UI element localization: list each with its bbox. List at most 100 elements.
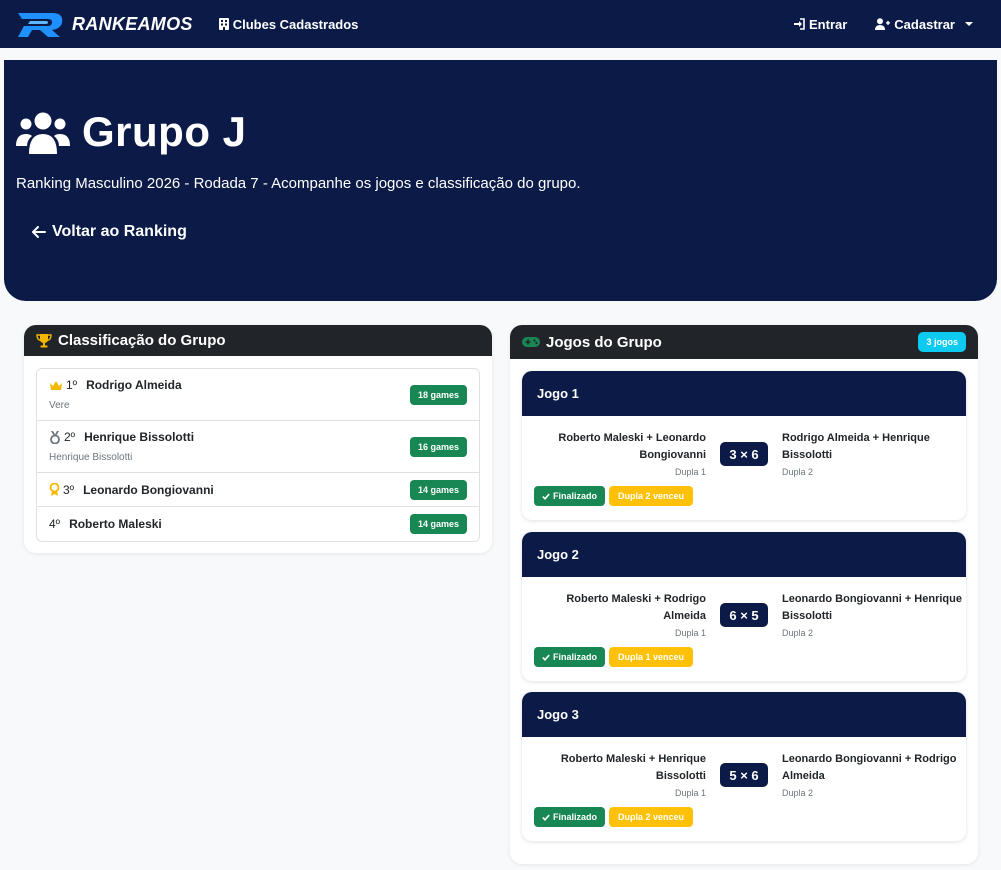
- ranking-position: 4º: [49, 517, 61, 531]
- status-badge: Finalizado: [534, 647, 606, 667]
- caret-down-icon: [965, 22, 973, 26]
- ranking-position: 1º: [66, 378, 78, 392]
- score-badge: 6 × 5: [720, 603, 768, 627]
- team-1-players: Roberto Maleski + Leonardo Bongiovanni: [558, 432, 706, 461]
- team-1-players: Roberto Maleski + Rodrigo Almeida: [566, 593, 706, 622]
- back-button-label: Voltar ao Ranking: [52, 223, 187, 240]
- team-2-players: Leonardo Bongiovanni + Rodrigo Almeida: [782, 753, 957, 782]
- team-1-label: Dupla 1: [674, 628, 706, 638]
- player-name: Roberto Maleski: [69, 517, 162, 531]
- score-badge: 3 × 6: [720, 442, 768, 466]
- classification-card: Classificação do Grupo 1º Rodrigo Almeid…: [24, 325, 492, 553]
- trophy-icon: [36, 334, 52, 348]
- games-badge: 14 games: [409, 514, 467, 534]
- game-status-row: Finalizado Dupla 2 venceu: [534, 807, 694, 827]
- team-2-players: Rodrigo Almeida + Henrique Bissolotti: [782, 432, 930, 461]
- winner-badge: Dupla 2 venceu: [609, 486, 694, 506]
- sign-in-icon: [794, 18, 805, 30]
- register-label: Cadastrar: [894, 16, 955, 32]
- ranking-row: 3º Leonardo Bongiovanni 14 games: [37, 473, 479, 507]
- ranking-row-info: 1º Rodrigo Almeida Vere: [49, 378, 182, 411]
- game-card: Jogo 2 Roberto Maleski + Rodrigo Almeida…: [522, 532, 966, 681]
- status-label: Finalizado: [553, 652, 598, 662]
- team-1: Roberto Maleski + Leonardo Bongiovanni D…: [536, 430, 706, 477]
- games-card-header: Jogos do Grupo 3 jogos: [510, 325, 978, 359]
- game-title: Jogo 2: [522, 532, 966, 577]
- classification-title-row: Classificação do Grupo: [36, 332, 226, 349]
- game-status-row: Finalizado Dupla 2 venceu: [534, 486, 694, 506]
- game-status-row: Finalizado Dupla 1 venceu: [534, 647, 694, 667]
- team-1-players: Roberto Maleski + Henrique Bissolotti: [560, 753, 706, 782]
- status-label: Finalizado: [553, 491, 598, 501]
- check-icon: [542, 813, 550, 821]
- team-1: Roberto Maleski + Rodrigo Almeida Dupla …: [536, 591, 706, 638]
- ranking-position: 2º: [64, 430, 76, 444]
- games-count-badge: 3 jogos: [918, 332, 966, 352]
- ranking-row: 4º Roberto Maleski 14 games: [37, 507, 479, 541]
- team-2-label: Dupla 2: [782, 467, 814, 477]
- ranking-position: 3º: [63, 482, 75, 497]
- back-to-ranking-button[interactable]: Voltar ao Ranking: [32, 223, 187, 241]
- users-icon: [16, 112, 70, 154]
- player-name: Leonardo Bongiovanni: [83, 482, 214, 497]
- games-title: Jogos do Grupo: [546, 333, 662, 351]
- page-title-row: Grupo J: [16, 108, 247, 156]
- login-link[interactable]: Entrar: [793, 17, 847, 32]
- team-2-label: Dupla 2: [782, 628, 814, 638]
- building-icon: [218, 18, 229, 30]
- gamepad-icon: [522, 337, 540, 347]
- player-club: Vere: [49, 400, 70, 411]
- team-1-label: Dupla 1: [674, 467, 706, 477]
- player-club: Henrique Bissolotti: [49, 452, 133, 463]
- game-title: Jogo 1: [522, 371, 966, 416]
- games-card: Jogos do Grupo 3 jogos Jogo 1 Roberto Ma…: [510, 325, 978, 864]
- team-2-players: Leonardo Bongiovanni + Henrique Bissolot…: [782, 593, 962, 622]
- nav-right-group: Entrar Cadastrar: [793, 17, 985, 32]
- winner-badge: Dupla 1 venceu: [609, 647, 694, 667]
- navbar-divider: [0, 48, 1001, 54]
- crown-icon: [50, 380, 62, 390]
- check-icon: [542, 492, 550, 500]
- brand-name: RANKEAMOS: [72, 13, 193, 34]
- arrow-left-icon: [32, 226, 46, 238]
- games-badge: 18 games: [409, 384, 467, 405]
- group-hero-banner: Grupo J Ranking Masculino 2026 - Rodada …: [4, 60, 997, 301]
- top-navbar: RANKEAMOS Clubes Cadastrados Entrar Cada…: [0, 0, 1001, 48]
- ranking-row-line: 1º Rodrigo Almeida: [49, 378, 182, 392]
- ranking-row: 1º Rodrigo Almeida Vere 18 games: [37, 369, 479, 421]
- user-plus-icon: [875, 18, 891, 30]
- register-dropdown[interactable]: Cadastrar: [875, 17, 973, 32]
- status-badge: Finalizado: [534, 807, 606, 827]
- status-label: Finalizado: [553, 812, 598, 822]
- brand-logo-link[interactable]: RANKEAMOS: [16, 9, 193, 39]
- team-2: Rodrigo Almeida + Henrique Bissolotti Du…: [782, 430, 962, 477]
- winner-badge: Dupla 2 venceu: [609, 807, 694, 827]
- game-card: Jogo 1 Roberto Maleski + Leonardo Bongio…: [522, 371, 966, 520]
- classification-title: Classificação do Grupo: [58, 332, 226, 349]
- ranking-row-line: 3º Leonardo Bongiovanni: [49, 483, 214, 497]
- classification-card-header: Classificação do Grupo: [24, 325, 492, 356]
- games-badge: 16 games: [409, 436, 467, 457]
- ranking-row-line: 2º Henrique Bissolotti: [49, 430, 194, 444]
- rankeamos-logo-icon: [18, 13, 63, 37]
- team-1-label: Dupla 1: [674, 788, 706, 798]
- player-name: Rodrigo Almeida: [86, 378, 182, 392]
- ranking-row-line: 4º Roberto Maleski: [49, 517, 162, 531]
- team-2: Leonardo Bongiovanni + Rodrigo Almeida D…: [782, 751, 962, 798]
- team-1: Roberto Maleski + Henrique Bissolotti Du…: [536, 751, 706, 798]
- games-badge: 14 games: [409, 479, 467, 500]
- nav-clubs-link[interactable]: Clubes Cadastrados: [218, 16, 359, 32]
- games-title-row: Jogos do Grupo: [522, 334, 662, 351]
- page-subtitle: Ranking Masculino 2026 - Rodada 7 - Acom…: [16, 175, 581, 192]
- check-icon: [542, 653, 550, 661]
- ranking-row-info: 2º Henrique Bissolotti Henrique Bissolot…: [49, 430, 194, 463]
- status-badge: Finalizado: [534, 486, 606, 506]
- player-name: Henrique Bissolotti: [84, 430, 195, 444]
- page-title: Grupo J: [82, 108, 247, 155]
- login-label: Entrar: [809, 16, 848, 32]
- team-2: Leonardo Bongiovanni + Henrique Bissolot…: [782, 591, 962, 638]
- game-card: Jogo 3 Roberto Maleski + Henrique Bissol…: [522, 692, 966, 841]
- team-2-label: Dupla 2: [782, 788, 814, 798]
- ranking-row: 2º Henrique Bissolotti Henrique Bissolot…: [37, 421, 479, 473]
- nav-clubs-label: Clubes Cadastrados: [232, 16, 359, 32]
